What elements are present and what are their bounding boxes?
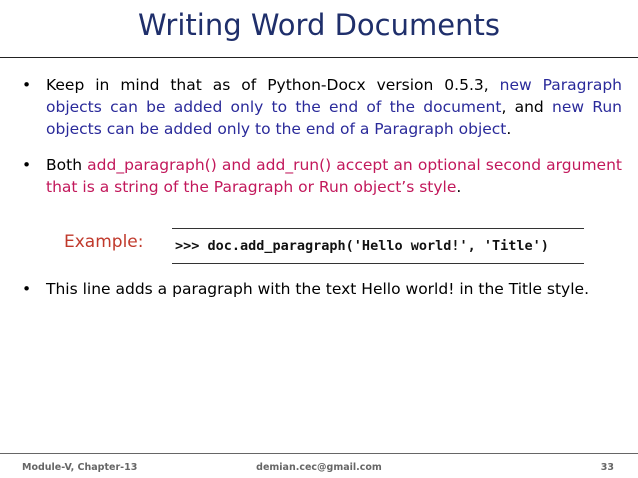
bullet-text-1: Keep in mind that as of Python-Docx vers… bbox=[46, 74, 622, 140]
text-run: . bbox=[456, 178, 462, 196]
bullet-text-2: Both add_paragraph() and add_run() accep… bbox=[46, 154, 622, 198]
text-run: Keep in mind that as of Python-Docx vers… bbox=[46, 76, 500, 94]
text-run: , and bbox=[501, 98, 552, 116]
code-bottom-rule bbox=[172, 263, 584, 264]
text-run: . bbox=[506, 120, 512, 138]
text-run: Both bbox=[46, 156, 88, 174]
code-example: >>> doc.add_paragraph('Hello world!', 'T… bbox=[175, 238, 549, 254]
text-run: This line adds a paragraph with the text… bbox=[46, 280, 589, 298]
bullet-text-3: This line adds a paragraph with the text… bbox=[46, 278, 622, 300]
bullet-icon: • bbox=[22, 280, 32, 298]
code-top-rule bbox=[172, 228, 584, 229]
footer-email: demian.cec@gmail.com bbox=[256, 462, 382, 473]
title-divider bbox=[0, 57, 638, 58]
bullet-icon: • bbox=[22, 76, 32, 94]
highlighted-text-run: add_paragraph() and add_run() accept an … bbox=[46, 156, 622, 196]
bullet-icon: • bbox=[22, 156, 32, 174]
example-label: Example: bbox=[64, 232, 144, 252]
slide-title: Writing Word Documents bbox=[138, 8, 500, 42]
footer-divider bbox=[0, 453, 638, 454]
footer-page-number: 33 bbox=[600, 462, 614, 473]
